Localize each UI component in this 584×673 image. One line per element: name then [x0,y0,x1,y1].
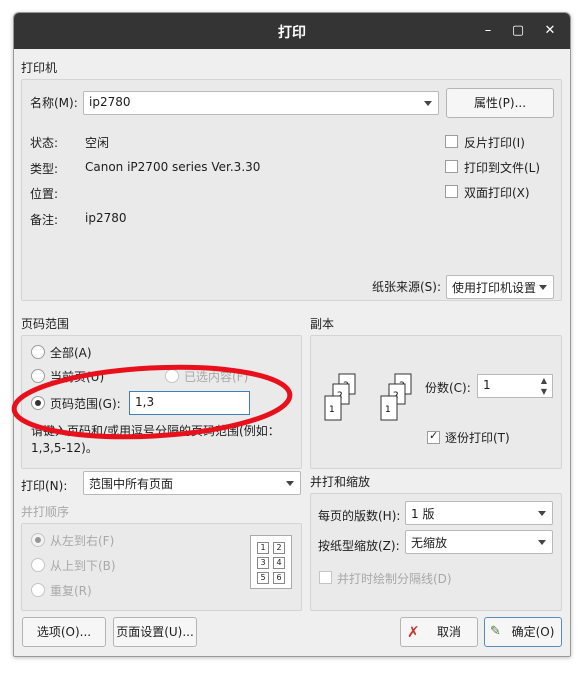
red-annotation-ellipse [11,364,293,440]
